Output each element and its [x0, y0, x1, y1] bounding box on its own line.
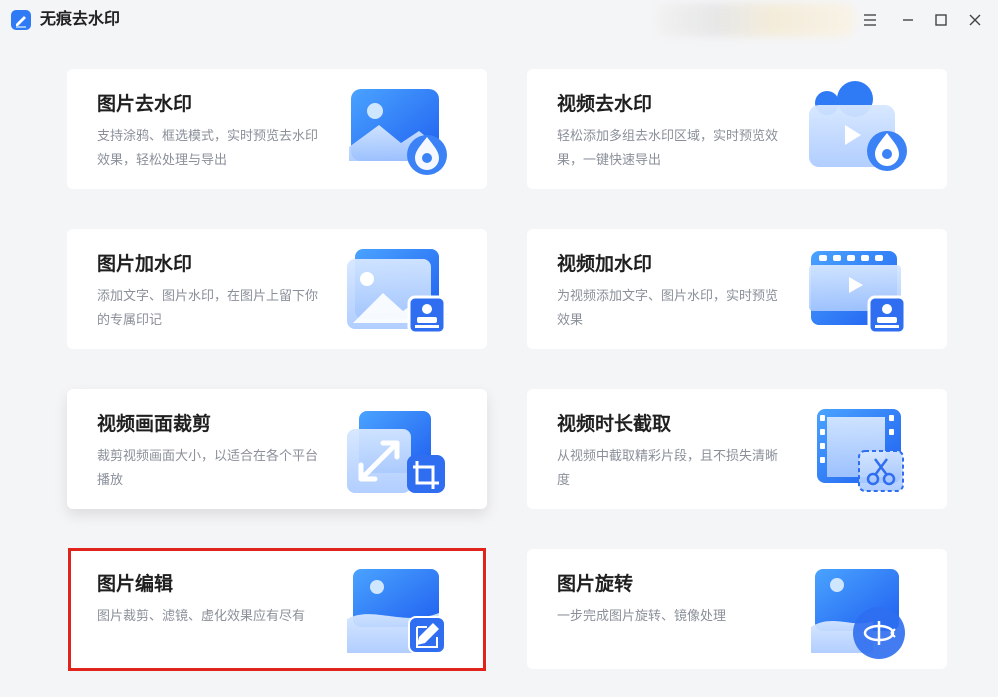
- app-logo-icon: [10, 9, 32, 31]
- card-description: 轻松添加多组去水印区域，实时预览效果，一键快速导出: [557, 129, 779, 168]
- card-description: 支持涂鸦、框选模式，实时预览去水印效果，轻松处理与导出: [97, 129, 319, 168]
- card-video-add-watermark[interactable]: 视频加水印 为视频添加文字、图片水印，实时预览效果: [527, 229, 947, 349]
- card-video-remove-watermark[interactable]: 视频去水印 轻松添加多组去水印区域，实时预览效果，一键快速导出: [527, 69, 947, 189]
- video-trim-icon: [803, 397, 915, 501]
- image-add-watermark-icon: [343, 237, 455, 341]
- card-description: 从视频中截取精彩片段，且不损失清晰度: [557, 449, 779, 488]
- card-title: 视频画面裁剪: [97, 413, 212, 435]
- card-description: 裁剪视频画面大小，以适合在各个平台播放: [97, 449, 319, 488]
- card-title: 图片去水印: [97, 93, 193, 115]
- image-rotate-icon: [803, 557, 915, 661]
- close-icon[interactable]: [963, 8, 987, 32]
- card-description: 一步完成图片旋转、镜像处理: [557, 609, 727, 624]
- card-title: 视频加水印: [557, 253, 653, 275]
- app-title: 无痕去水印: [40, 9, 121, 28]
- minimize-icon[interactable]: [896, 8, 920, 32]
- card-title: 图片旋转: [557, 573, 634, 595]
- menu-icon[interactable]: [858, 8, 882, 32]
- image-edit-icon: [343, 557, 455, 661]
- card-title: 图片编辑: [97, 573, 174, 595]
- card-description: 添加文字、图片水印，在图片上留下你的专属印记: [97, 289, 319, 328]
- account-area[interactable]: [655, 3, 855, 37]
- card-title: 视频时长截取: [557, 413, 672, 435]
- video-remove-watermark-icon: [803, 77, 915, 181]
- card-video-trim[interactable]: 视频时长截取 从视频中截取精彩片段，且不损失清晰度: [527, 389, 947, 509]
- card-description: 为视频添加文字、图片水印，实时预览效果: [557, 289, 779, 328]
- card-title: 图片加水印: [97, 253, 193, 275]
- video-add-watermark-icon: [803, 237, 915, 341]
- image-remove-watermark-icon: [343, 77, 455, 181]
- card-description: 图片裁剪、滤镜、虚化效果应有尽有: [97, 609, 306, 624]
- maximize-icon[interactable]: [929, 8, 953, 32]
- card-title: 视频去水印: [557, 93, 653, 115]
- card-video-crop[interactable]: 视频画面裁剪 裁剪视频画面大小，以适合在各个平台播放: [67, 389, 487, 509]
- video-crop-icon: [343, 397, 455, 501]
- title-bar: 无痕去水印: [0, 0, 998, 40]
- card-image-add-watermark[interactable]: 图片加水印 添加文字、图片水印，在图片上留下你的专属印记: [67, 229, 487, 349]
- card-image-rotate[interactable]: 图片旋转 一步完成图片旋转、镜像处理: [527, 549, 947, 669]
- card-image-edit[interactable]: 图片编辑 图片裁剪、滤镜、虚化效果应有尽有: [67, 549, 487, 669]
- card-image-remove-watermark[interactable]: 图片去水印 支持涂鸦、框选模式，实时预览去水印效果，轻松处理与导出: [67, 69, 487, 189]
